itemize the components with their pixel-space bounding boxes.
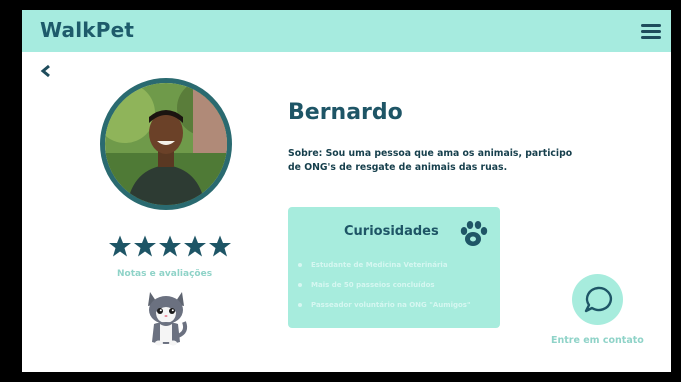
curiosities-list: Estudante de Medicina Veterinária Mais d… xyxy=(298,255,471,315)
rating-stars xyxy=(108,234,232,262)
walkpet-logo[interactable]: WalkPet xyxy=(40,18,134,42)
list-item: Mais de 50 passeios concluídos xyxy=(298,275,471,295)
back-button[interactable] xyxy=(40,62,52,83)
contact-label[interactable]: Entre em contato xyxy=(551,335,644,346)
star-icon xyxy=(184,235,206,257)
list-item: Estudante de Medicina Veterinária xyxy=(298,255,471,275)
avatar-photo xyxy=(105,83,227,205)
profile-avatar xyxy=(100,78,232,210)
curiosities-title: Curiosidades xyxy=(344,224,439,239)
paw-icon xyxy=(460,221,488,246)
list-item: Passeador voluntário na ONG "Aumigos" xyxy=(298,295,471,315)
ratings-link[interactable]: Notas e avaliações xyxy=(117,269,212,279)
app-screen: WalkPet Notas e avaliações Bernardo Sobr… xyxy=(22,10,671,372)
profile-about: Sobre: Sou uma pessoa que ama os animais… xyxy=(288,148,573,173)
curiosities-card: Curiosidades Estudante de Medicina Veter… xyxy=(288,207,500,328)
cat-illustration xyxy=(148,292,188,346)
star-icon xyxy=(209,235,231,257)
contact-button[interactable] xyxy=(572,274,623,325)
star-icon xyxy=(134,235,156,257)
top-bar: WalkPet xyxy=(22,10,671,52)
chevron-left-icon xyxy=(40,64,50,78)
star-icon xyxy=(159,235,181,257)
hamburger-menu-icon[interactable] xyxy=(641,22,661,40)
chat-bubble-icon xyxy=(584,286,613,313)
profile-name: Bernardo xyxy=(288,100,403,125)
star-icon xyxy=(109,235,131,257)
